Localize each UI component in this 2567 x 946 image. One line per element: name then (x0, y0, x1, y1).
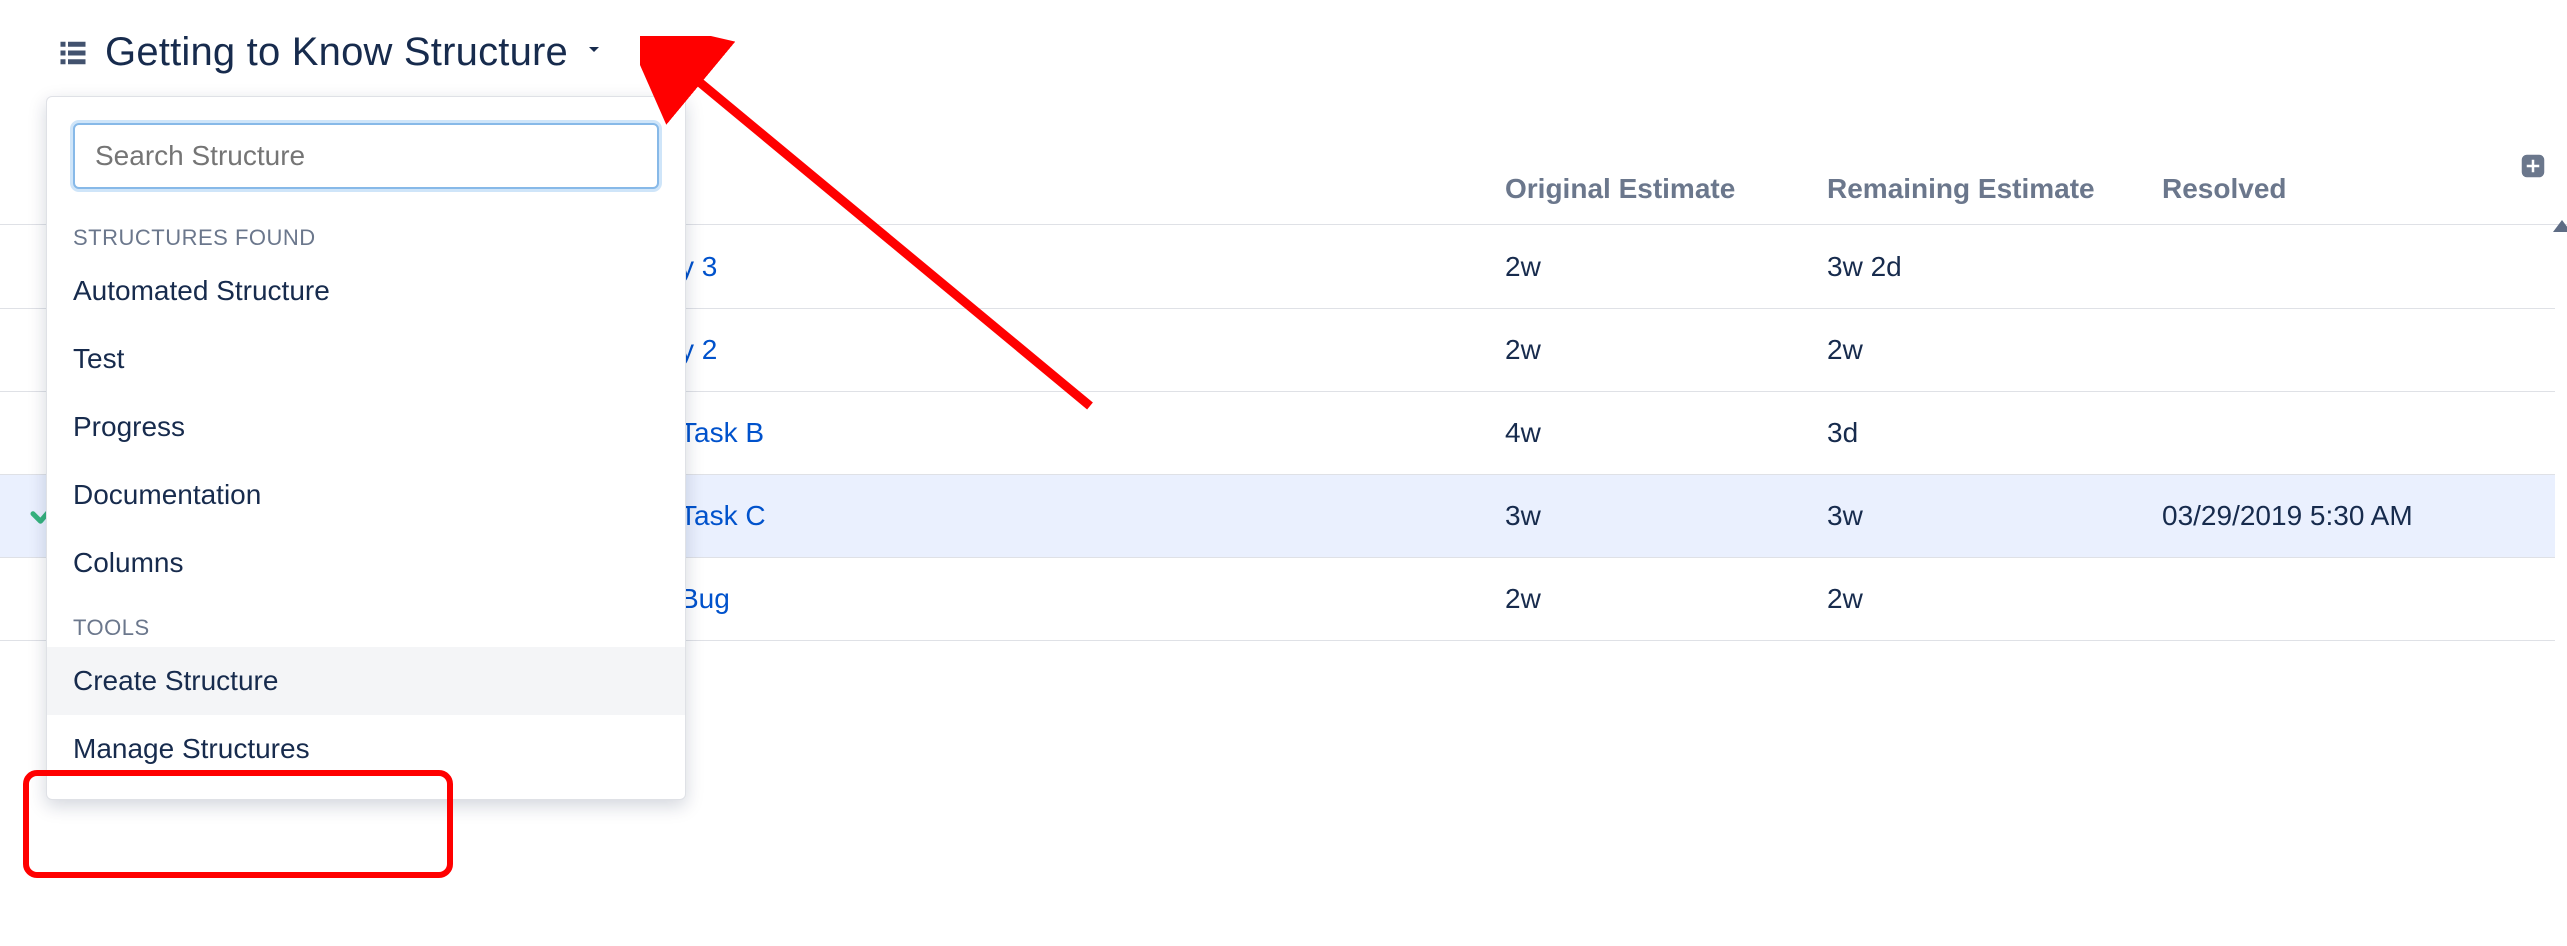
structure-switcher-dropdown: STRUCTURES FOUND Automated Structure Tes… (46, 96, 686, 800)
cell-original: 2w (1505, 583, 1541, 615)
cell-remaining: 3w (1827, 500, 1863, 532)
manage-structures-item[interactable]: Manage Structures (47, 715, 685, 783)
dropdown-item[interactable]: Documentation (47, 461, 685, 529)
issue-link[interactable]: Task C (680, 500, 766, 532)
create-structure-item[interactable]: Create Structure (47, 647, 685, 715)
dropdown-item[interactable]: Columns (47, 529, 685, 597)
cell-remaining: 2w (1827, 334, 1863, 366)
cell-remaining: 3d (1827, 417, 1858, 449)
dropdown-section-label: TOOLS (47, 597, 685, 647)
cell-resolved: 03/29/2019 5:30 AM (2162, 500, 2413, 532)
cell-original: 4w (1505, 417, 1541, 449)
cell-remaining: 3w 2d (1827, 251, 1902, 283)
column-header-remaining-estimate[interactable]: Remaining Estimate (1827, 173, 2095, 205)
issue-link[interactable]: Task B (680, 417, 764, 449)
dropdown-item[interactable]: Automated Structure (47, 257, 685, 325)
scrollbar-up-icon[interactable] (2557, 220, 2567, 260)
chevron-down-icon (582, 37, 606, 68)
cell-remaining: 2w (1827, 583, 1863, 615)
issue-link[interactable]: Bug (680, 583, 730, 615)
search-input[interactable] (73, 123, 659, 189)
page-title: Getting to Know Structure (105, 30, 568, 75)
structure-title-dropdown[interactable]: Getting to Know Structure (55, 30, 606, 75)
dropdown-item[interactable]: Test (47, 325, 685, 393)
cell-original: 2w (1505, 251, 1541, 283)
column-header-original-estimate[interactable]: Original Estimate (1505, 173, 1735, 205)
structure-icon (55, 38, 91, 68)
cell-original: 3w (1505, 500, 1541, 532)
column-header-resolved[interactable]: Resolved (2162, 173, 2287, 205)
cell-original: 2w (1505, 334, 1541, 366)
add-column-button[interactable] (2517, 150, 2549, 182)
annotation-highlight-box (23, 770, 453, 878)
dropdown-section-label: STRUCTURES FOUND (47, 207, 685, 257)
dropdown-item[interactable]: Progress (47, 393, 685, 461)
